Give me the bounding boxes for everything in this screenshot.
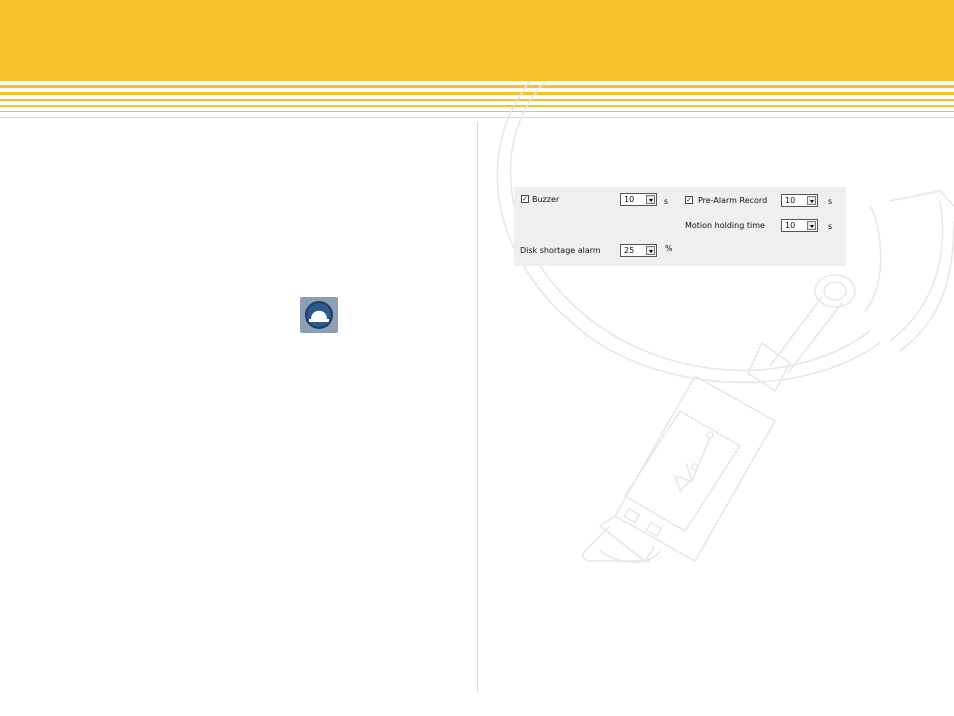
chevron-down-icon[interactable] (646, 195, 655, 204)
buzzer-checkbox[interactable]: ✓ (521, 195, 529, 203)
header-band (0, 0, 954, 81)
usb-cable-icon (496, 81, 954, 563)
pre-alarm-record-select[interactable]: 10 (781, 194, 818, 207)
pre-alarm-record-checkbox[interactable]: ✓ (685, 196, 693, 204)
chevron-down-icon[interactable] (646, 246, 655, 255)
pre-alarm-record-unit: s (828, 197, 833, 206)
disk-shortage-alarm-label: Disk shortage alarm (520, 246, 601, 255)
disk-shortage-alarm-unit: % (665, 244, 673, 253)
chevron-down-icon[interactable] (807, 221, 816, 230)
buzzer-label: Buzzer (532, 195, 560, 204)
buzzer-unit: s (664, 197, 669, 206)
buzzer-select-value: 10 (624, 195, 635, 204)
disk-shortage-alarm-select-value: 25 (624, 246, 635, 255)
alarm-settings-panel: ✓ Buzzer 10 s ✓ Pre-Alarm Record 10 s Mo… (514, 187, 846, 266)
motion-holding-time-unit: s (828, 222, 833, 231)
buzzer-select[interactable]: 10 (620, 193, 657, 206)
motion-holding-time-label: Motion holding time (685, 221, 765, 230)
alarm-light-icon (300, 297, 338, 333)
chevron-down-icon[interactable] (807, 196, 816, 205)
pre-alarm-record-label: Pre-Alarm Record (698, 196, 768, 205)
pre-alarm-record-select-value: 10 (785, 196, 796, 205)
motion-holding-time-select[interactable]: 10 (781, 219, 818, 232)
column-divider (477, 122, 478, 692)
motion-holding-time-select-value: 10 (785, 221, 796, 230)
disk-shortage-alarm-select[interactable]: 25 (620, 244, 657, 257)
